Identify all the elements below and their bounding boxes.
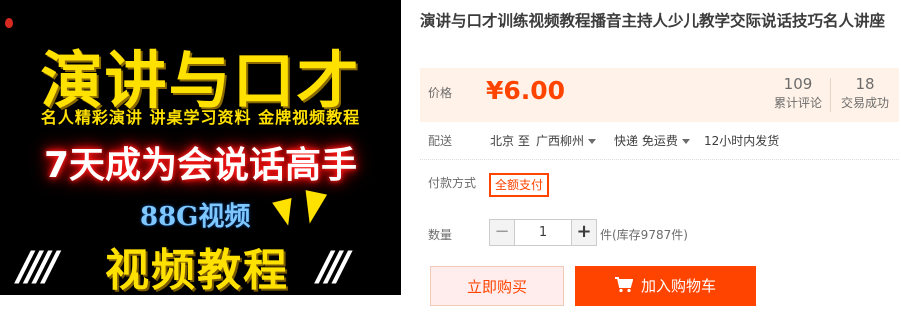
section-divider [420, 159, 899, 160]
delivery-destination-label: 广西柳州 [536, 134, 585, 148]
brand-dot-icon [5, 18, 13, 28]
stock-info: 件(库存9787件) [600, 228, 688, 242]
image-promo: 7天成为会说话高手 [43, 145, 358, 186]
add-to-cart-label: 加入购物车 [640, 277, 716, 295]
shipping-method-label: 快递 免运费 [614, 134, 678, 148]
stat-divider [830, 78, 831, 112]
chevron-down-icon [588, 139, 597, 144]
deal-label: 交易成功 [840, 96, 889, 110]
slash-decoration: //// [18, 244, 59, 290]
quantity-label: 数量 [428, 228, 453, 242]
product-title: 演讲与口才训练视频教程播音主持人少儿教学交际说话技巧名人讲座 [420, 12, 886, 30]
review-count: 109 [783, 75, 813, 93]
delivery-from: 北京 至 [490, 134, 530, 148]
shipping-method-select[interactable]: 快递 免运费 [614, 132, 690, 149]
payment-label: 付款方式 [428, 176, 477, 190]
buy-now-button[interactable]: 立即购买 [430, 266, 564, 306]
deal-stat: 18 交易成功 [836, 74, 894, 112]
review-stat[interactable]: 109 累计评论 [770, 74, 826, 112]
chevron-down-icon [681, 139, 690, 144]
product-image[interactable]: 演讲与口才 名人精彩演讲 讲桌学习资料 金牌视频教程 7天成为会说话高手 88G… [0, 0, 401, 295]
arrow-wedge-icon [272, 197, 298, 229]
delivery-destination-select[interactable]: 广西柳州 [536, 132, 597, 149]
price-label: 价格 [428, 86, 453, 100]
decrease-quantity-button[interactable]: − [489, 219, 515, 246]
image-subline: 名人精彩演讲 讲桌学习资料 金牌视频教程 [40, 108, 361, 127]
quantity-stepper: − 1 + [489, 219, 597, 246]
price-value: ¥6.00 [486, 76, 566, 105]
slash-decoration: /// [318, 244, 350, 290]
cart-icon [614, 277, 633, 293]
image-size-tag: 88G视频 [140, 202, 251, 232]
review-label: 累计评论 [773, 96, 822, 110]
increase-quantity-button[interactable]: + [571, 219, 597, 246]
delivery-label: 配送 [428, 134, 453, 148]
arrow-wedge-icon [298, 190, 328, 226]
deal-count: 18 [855, 75, 875, 93]
add-to-cart-button[interactable]: 加入购物车 [575, 266, 756, 306]
image-footer: 视频教程 [105, 245, 289, 295]
dispatch-time: 12小时内发货 [704, 134, 780, 148]
quantity-input[interactable]: 1 [515, 219, 571, 246]
payment-option-full[interactable]: 全额支付 [489, 173, 550, 197]
price-panel: 价格 ¥6.00 109 累计评论 18 交易成功 [420, 68, 899, 122]
